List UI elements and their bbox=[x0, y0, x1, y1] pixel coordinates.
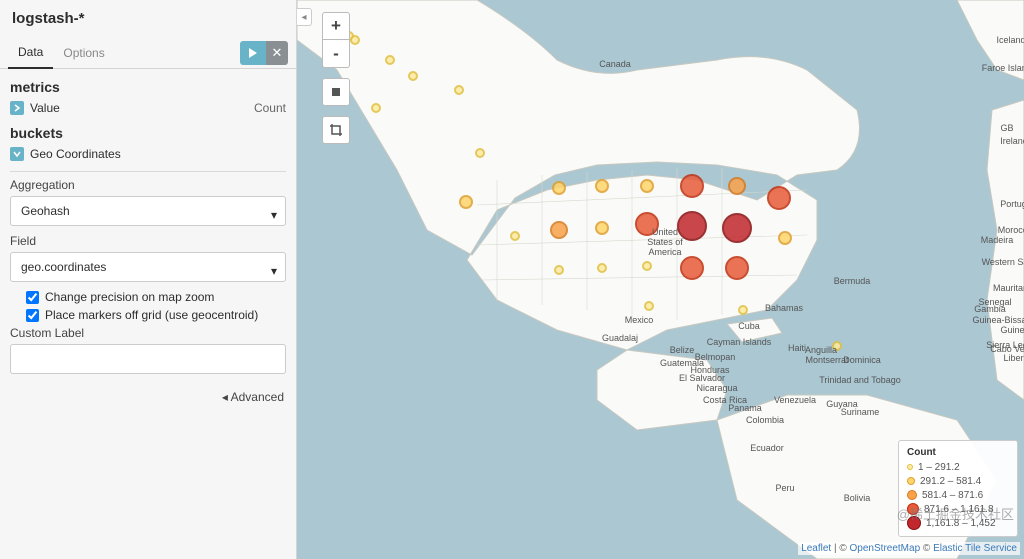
caret-icon: ▾ bbox=[271, 264, 277, 278]
map[interactable]: CanadaUnitedStates ofAmericaMexicoGuadal… bbox=[297, 0, 1024, 559]
geo-marker[interactable] bbox=[510, 231, 520, 241]
geo-marker[interactable] bbox=[454, 85, 464, 95]
centroid-checkbox-row[interactable]: Place markers off grid (use geocentroid) bbox=[26, 308, 286, 322]
discard-button[interactable]: ✕ bbox=[266, 41, 288, 65]
precision-label: Change precision on map zoom bbox=[45, 290, 214, 304]
geo-marker[interactable] bbox=[640, 179, 654, 193]
geo-marker[interactable] bbox=[595, 179, 609, 193]
metric-label: Value bbox=[30, 101, 60, 115]
legend-row: 1 – 291.2 bbox=[907, 460, 1009, 474]
geo-marker[interactable] bbox=[680, 256, 704, 280]
centroid-label: Place markers off grid (use geocentroid) bbox=[45, 308, 258, 322]
field-label: Field bbox=[10, 234, 286, 248]
legend-row: 291.2 – 581.4 bbox=[907, 474, 1009, 488]
tab-options[interactable]: Options bbox=[53, 37, 114, 69]
aggregation-select[interactable]: Geohash ▾ bbox=[10, 196, 286, 226]
metric-row[interactable]: Value Count bbox=[10, 95, 286, 121]
tab-data[interactable]: Data bbox=[8, 37, 53, 69]
geo-marker[interactable] bbox=[738, 305, 748, 315]
expand-icon bbox=[10, 101, 24, 115]
legend-label: 1 – 291.2 bbox=[918, 462, 960, 473]
zoom-out-button[interactable]: - bbox=[322, 40, 350, 68]
bucket-label: Geo Coordinates bbox=[30, 147, 121, 161]
geo-marker[interactable] bbox=[677, 211, 707, 241]
field-select[interactable]: geo.coordinates ▾ bbox=[10, 252, 286, 282]
legend-row: 581.4 – 871.6 bbox=[907, 488, 1009, 502]
geo-marker[interactable] bbox=[644, 301, 654, 311]
legend-label: 581.4 – 871.6 bbox=[922, 490, 983, 501]
watermark: @稀土掘金技术社区 bbox=[897, 504, 1014, 523]
legend-title: Count bbox=[907, 447, 1009, 458]
geo-marker[interactable] bbox=[550, 221, 568, 239]
collapse-icon bbox=[10, 147, 24, 161]
bucket-row[interactable]: Geo Coordinates bbox=[10, 141, 286, 167]
geo-marker[interactable] bbox=[408, 71, 418, 81]
geo-marker[interactable] bbox=[475, 148, 485, 158]
legend-dot-icon bbox=[907, 490, 917, 500]
index-pattern-title: logstash-* bbox=[0, 0, 296, 37]
config-panel: metrics Value Count buckets Geo Coordina… bbox=[0, 69, 296, 380]
ets-link[interactable]: Elastic Tile Service bbox=[933, 543, 1017, 554]
geo-marker[interactable] bbox=[459, 195, 473, 209]
attribution: Leaflet | © OpenStreetMap © Elastic Tile… bbox=[798, 542, 1020, 555]
tabs-row: Data Options ✕ bbox=[0, 37, 296, 69]
run-group: ✕ bbox=[240, 41, 288, 65]
metrics-header: metrics bbox=[10, 79, 286, 95]
zoom-in-button[interactable]: + bbox=[322, 12, 350, 40]
geo-marker[interactable] bbox=[597, 263, 607, 273]
custom-label-input[interactable] bbox=[10, 344, 286, 374]
custom-label-label: Custom Label bbox=[10, 326, 286, 340]
aggregation-label: Aggregation bbox=[10, 178, 286, 192]
fit-bounds-button[interactable] bbox=[322, 78, 350, 106]
precision-checkbox[interactable] bbox=[26, 291, 39, 304]
sidebar: logstash-* Data Options ✕ metrics Value … bbox=[0, 0, 297, 559]
caret-icon: ▾ bbox=[271, 208, 277, 222]
field-value: geo.coordinates bbox=[21, 260, 106, 274]
centroid-checkbox[interactable] bbox=[26, 309, 39, 322]
geo-marker[interactable] bbox=[725, 256, 749, 280]
geo-marker[interactable] bbox=[642, 261, 652, 271]
apply-button[interactable] bbox=[240, 41, 266, 65]
legend-dot-icon bbox=[907, 464, 913, 470]
geo-marker[interactable] bbox=[350, 35, 360, 45]
crop-button[interactable] bbox=[322, 116, 350, 144]
legend-dot-icon bbox=[907, 477, 915, 485]
metric-agg: Count bbox=[254, 101, 286, 115]
geo-marker[interactable] bbox=[635, 212, 659, 236]
geo-marker[interactable] bbox=[767, 186, 791, 210]
geo-marker[interactable] bbox=[595, 221, 609, 235]
geo-marker[interactable] bbox=[371, 103, 381, 113]
geo-marker[interactable] bbox=[552, 181, 566, 195]
geo-marker[interactable] bbox=[728, 177, 746, 195]
geo-marker[interactable] bbox=[385, 55, 395, 65]
geo-marker[interactable] bbox=[722, 213, 752, 243]
legend-label: 291.2 – 581.4 bbox=[920, 476, 981, 487]
geo-marker[interactable] bbox=[832, 341, 842, 351]
leaflet-link[interactable]: Leaflet bbox=[801, 543, 831, 554]
precision-checkbox-row[interactable]: Change precision on map zoom bbox=[26, 290, 286, 304]
advanced-toggle[interactable]: ◂ Advanced bbox=[0, 380, 296, 414]
geo-marker[interactable] bbox=[778, 231, 792, 245]
buckets-header: buckets bbox=[10, 125, 286, 141]
zoom-controls: + - bbox=[322, 12, 350, 144]
osm-link[interactable]: OpenStreetMap bbox=[850, 543, 921, 554]
geo-marker[interactable] bbox=[554, 265, 564, 275]
geo-marker[interactable] bbox=[680, 174, 704, 198]
collapse-sidebar-button[interactable]: ◂ bbox=[297, 8, 312, 26]
aggregation-value: Geohash bbox=[21, 204, 70, 218]
